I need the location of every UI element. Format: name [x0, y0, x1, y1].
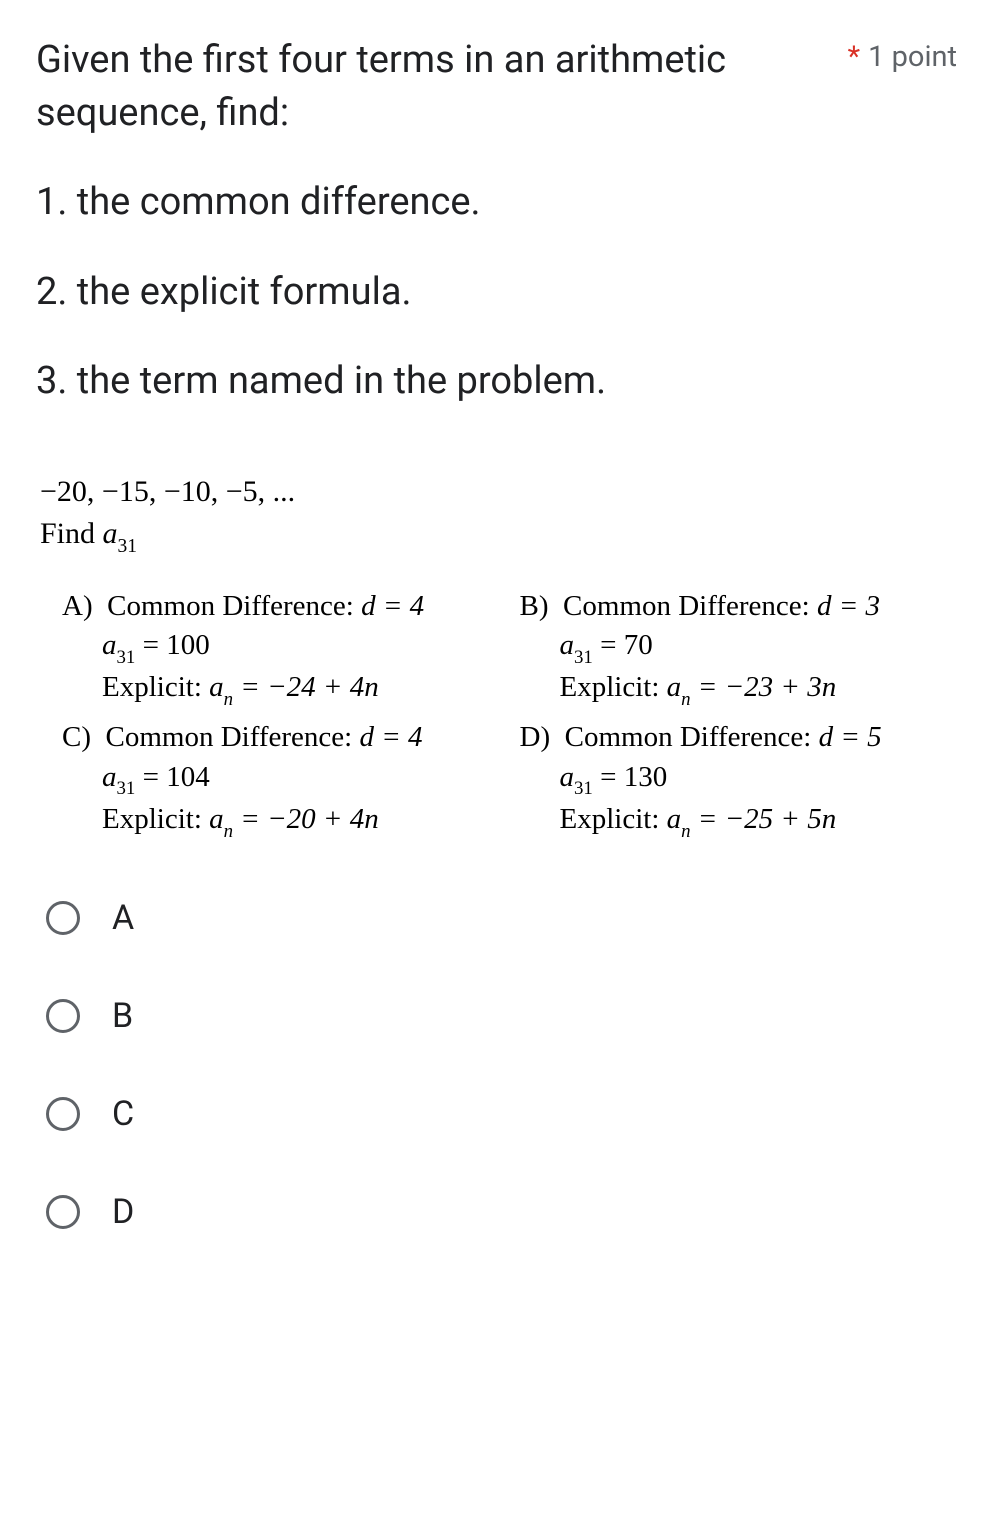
points-text: 1 point [868, 40, 957, 74]
answer-choice-b: B) Common Difference: d = 3 a31 = 70 Exp… [520, 587, 958, 711]
radio-option-b[interactable]: B [46, 996, 957, 1036]
task-2: 2. the explicit formula. [36, 266, 957, 319]
radio-icon [46, 1097, 80, 1131]
radio-label: D [112, 1192, 134, 1232]
required-asterisk: * [848, 40, 861, 74]
question-title: Given the first four terms in an arithme… [36, 34, 848, 140]
find-instruction: Find a31 [40, 514, 957, 558]
radio-label: A [112, 898, 134, 938]
answer-choice-c: C) Common Difference: d = 4 a31 = 104 Ex… [62, 718, 500, 842]
radio-option-a[interactable]: A [46, 898, 957, 938]
radio-options: A B C D [36, 898, 957, 1232]
problem-image-content: −20, −15, −10, −5, ... Find a31 A) Commo… [40, 472, 957, 842]
answer-choices-grid: A) Common Difference: d = 4 a31 = 100 Ex… [62, 587, 957, 842]
task-1: 1. the common difference. [36, 176, 957, 229]
radio-label: B [112, 996, 133, 1036]
task-3: 3. the term named in the problem. [36, 355, 957, 408]
radio-icon [46, 999, 80, 1033]
answer-choice-d: D) Common Difference: d = 5 a31 = 130 Ex… [520, 718, 958, 842]
sequence-text: −20, −15, −10, −5, ... [40, 472, 957, 513]
radio-option-c[interactable]: C [46, 1094, 957, 1134]
radio-icon [46, 1195, 80, 1229]
answer-choice-a: A) Common Difference: d = 4 a31 = 100 Ex… [62, 587, 500, 711]
radio-label: C [112, 1094, 134, 1134]
question-header: Given the first four terms in an arithme… [36, 34, 957, 140]
radio-option-d[interactable]: D [46, 1192, 957, 1232]
points-indicator: *1 point [848, 34, 957, 74]
radio-icon [46, 901, 80, 935]
